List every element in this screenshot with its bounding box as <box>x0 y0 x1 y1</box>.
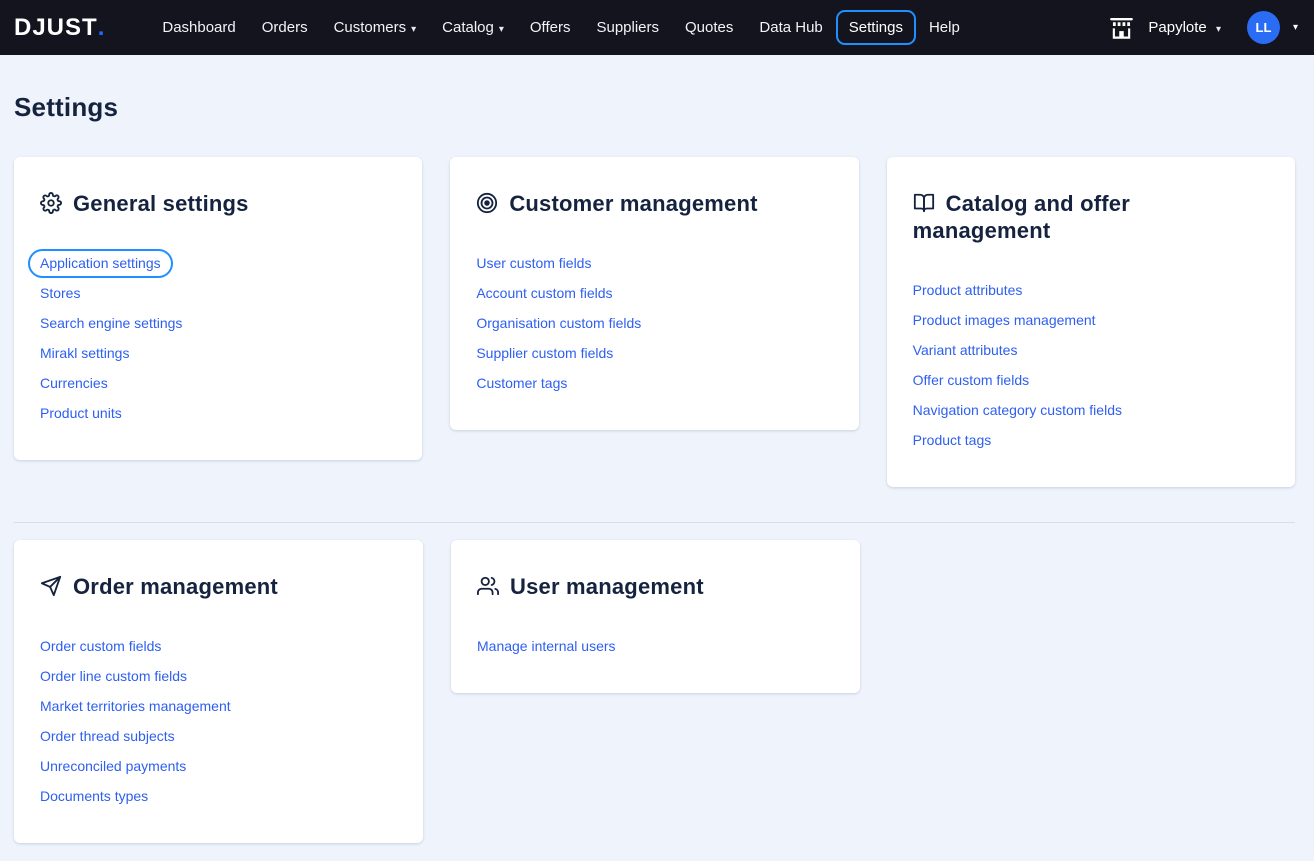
top-navigation: DJUST. Dashboard Orders Customers ▾ Catal… <box>0 0 1314 55</box>
workspace-name: Papylote <box>1148 19 1207 36</box>
link-order-thread-subjects[interactable]: Order thread subjects <box>40 728 175 744</box>
card-general-settings: General settings Application settings St… <box>14 157 423 460</box>
nav-item-orders[interactable]: Orders <box>249 10 321 45</box>
link-supplier-custom-fields[interactable]: Supplier custom fields <box>476 345 613 361</box>
send-icon <box>40 575 62 597</box>
primary-nav: Dashboard Orders Customers ▾ Catalog ▾ Off… <box>149 10 972 45</box>
nav-item-offers[interactable]: Offers <box>517 10 584 45</box>
card-title-user-management: User management <box>477 573 834 600</box>
nav-item-label: Help <box>928 19 960 36</box>
link-market-territories-management[interactable]: Market territories management <box>40 698 231 714</box>
card-customer-management: Customer management User custom fields A… <box>450 157 859 430</box>
nav-item-label: Offers <box>529 19 571 36</box>
logo-dot: . <box>97 13 106 41</box>
card-title-text: Catalog and offer management <box>912 191 1130 243</box>
link-account-custom-fields[interactable]: Account custom fields <box>476 285 612 301</box>
card-links: Product attributes Product images manage… <box>913 282 1269 449</box>
link-order-custom-fields[interactable]: Order custom fields <box>40 638 161 654</box>
nav-item-label: Catalog <box>442 19 494 36</box>
link-organisation-custom-fields[interactable]: Organisation custom fields <box>476 315 641 331</box>
link-product-units[interactable]: Product units <box>40 405 122 421</box>
storefront-icon[interactable] <box>1108 14 1135 41</box>
cards-row-bottom: Order management Order custom fields Ord… <box>14 540 1295 843</box>
card-links: Order custom fields Order line custom fi… <box>40 638 397 805</box>
link-product-attributes[interactable]: Product attributes <box>913 282 1023 298</box>
card-title-order-management: Order management <box>40 573 397 600</box>
card-title-text: General settings <box>73 191 249 216</box>
nav-item-label: Settings <box>848 19 903 36</box>
card-links: Application settings Stores Search engin… <box>28 249 396 422</box>
link-currencies[interactable]: Currencies <box>40 375 108 391</box>
nav-right-group: Papylote ▾ LL ▾ <box>1108 11 1298 44</box>
nav-item-label: Customers <box>333 19 407 36</box>
link-manage-internal-users[interactable]: Manage internal users <box>477 638 616 654</box>
book-open-icon <box>913 192 935 214</box>
link-mirakl-settings[interactable]: Mirakl settings <box>40 345 129 361</box>
card-title-customer-management: Customer management <box>476 190 832 217</box>
card-catalog-offer-management: Catalog and offer management Product att… <box>886 157 1295 487</box>
nav-item-label: Data Hub <box>759 19 823 36</box>
link-product-tags[interactable]: Product tags <box>913 432 992 448</box>
link-order-line-custom-fields[interactable]: Order line custom fields <box>40 668 187 684</box>
card-title-general-settings: General settings <box>40 190 396 217</box>
nav-item-label: Suppliers <box>596 19 660 36</box>
link-stores[interactable]: Stores <box>40 285 80 301</box>
link-user-custom-fields[interactable]: User custom fields <box>476 255 591 271</box>
nav-item-label: Orders <box>261 19 308 36</box>
logo-text: DJUST <box>14 13 98 41</box>
nav-item-settings[interactable]: Settings <box>835 10 916 45</box>
nav-item-quotes[interactable]: Quotes <box>672 10 746 45</box>
nav-item-help[interactable]: Help <box>916 10 973 45</box>
card-title-text: Customer management <box>509 191 758 216</box>
link-navigation-category-custom-fields[interactable]: Navigation category custom fields <box>913 402 1122 418</box>
card-title-text: User management <box>510 574 704 599</box>
gear-icon <box>40 192 62 214</box>
nav-item-data-hub[interactable]: Data Hub <box>746 10 835 45</box>
target-icon <box>476 192 498 214</box>
users-icon <box>477 575 499 597</box>
card-title-catalog-offer-management: Catalog and offer management <box>913 190 1213 244</box>
nav-item-suppliers[interactable]: Suppliers <box>583 10 672 45</box>
nav-item-label: Quotes <box>685 19 734 36</box>
chevron-down-icon: ▾ <box>498 24 504 35</box>
cards-row-top: General settings Application settings St… <box>14 157 1295 487</box>
section-divider <box>14 522 1295 523</box>
card-order-management: Order management Order custom fields Ord… <box>14 540 423 843</box>
link-variant-attributes[interactable]: Variant attributes <box>913 342 1018 358</box>
avatar[interactable]: LL <box>1246 11 1280 44</box>
nav-item-customers[interactable]: Customers ▾ <box>321 10 430 45</box>
card-title-text: Order management <box>73 574 278 599</box>
chevron-down-icon: ▾ <box>1215 24 1221 35</box>
settings-page: Settings General settings Application se… <box>0 92 1314 843</box>
card-links: User custom fields Account custom fields… <box>476 255 832 392</box>
link-customer-tags[interactable]: Customer tags <box>476 375 567 391</box>
page-title: Settings <box>14 92 119 122</box>
chevron-down-icon[interactable]: ▾ <box>1293 22 1298 33</box>
card-user-management: User management Manage internal users <box>451 540 860 693</box>
link-application-settings[interactable]: Application settings <box>28 249 173 278</box>
link-product-images-management[interactable]: Product images management <box>913 312 1096 328</box>
card-links: Manage internal users <box>477 638 834 655</box>
nav-item-label: Dashboard <box>162 19 236 36</box>
link-unreconciled-payments[interactable]: Unreconciled payments <box>40 758 186 774</box>
app-logo[interactable]: DJUST. <box>14 14 105 42</box>
nav-item-dashboard[interactable]: Dashboard <box>149 10 248 45</box>
chevron-down-icon: ▾ <box>411 24 417 35</box>
workspace-selector[interactable]: Papylote ▾ <box>1148 19 1221 36</box>
nav-item-catalog[interactable]: Catalog ▾ <box>429 10 517 45</box>
link-documents-types[interactable]: Documents types <box>40 788 148 804</box>
link-search-engine-settings[interactable]: Search engine settings <box>40 315 182 331</box>
link-offer-custom-fields[interactable]: Offer custom fields <box>913 372 1029 388</box>
